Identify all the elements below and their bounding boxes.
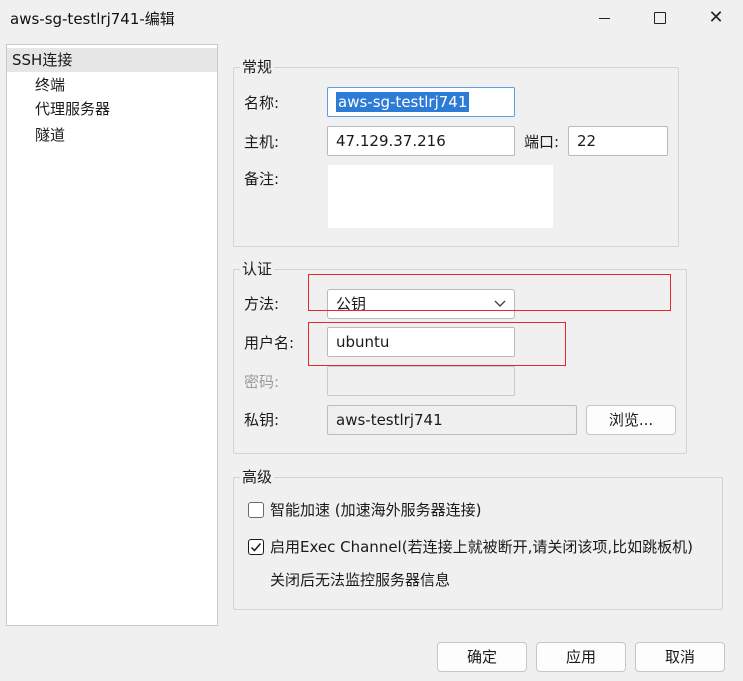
name-input[interactable]: aws-sg-testlrj741 <box>327 87 515 117</box>
title-bar: aws-sg-testlrj741-编辑 ✕ <box>0 0 743 36</box>
tree-item-ssh[interactable]: SSH连接 <box>7 48 217 72</box>
browse-label: 浏览... <box>608 411 654 429</box>
settings-tree: SSH连接 终端 代理服务器 隧道 <box>6 44 218 626</box>
password-label: 密码: <box>244 373 280 391</box>
smart-accel-label: 智能加速 (加速海外服务器连接) <box>270 501 482 519</box>
apply-button[interactable]: 应用 <box>536 642 626 672</box>
note-label: 备注: <box>244 170 280 188</box>
tree-item-terminal[interactable]: 终端 <box>35 73 65 97</box>
tree-item-tunnel[interactable]: 隧道 <box>35 123 65 147</box>
exec-channel-label: 启用Exec Channel(若连接上就被断开,请关闭该项,比如跳板机) <box>270 538 693 556</box>
tree-item-label: 终端 <box>35 76 66 94</box>
general-group-title: 常规 <box>240 58 275 76</box>
password-input <box>327 366 515 396</box>
apply-label: 应用 <box>565 648 596 666</box>
tree-item-label: SSH连接 <box>12 51 73 69</box>
method-label: 方法: <box>244 295 280 313</box>
tree-item-proxy[interactable]: 代理服务器 <box>35 97 110 121</box>
exec-channel-checkbox[interactable] <box>248 539 264 555</box>
edit-session-dialog: aws-sg-testlrj741-编辑 ✕ SSH连接 终端 代理服务器 隧道… <box>0 0 743 681</box>
close-icon: ✕ <box>708 7 724 28</box>
ok-button[interactable]: 确定 <box>437 642 527 672</box>
cancel-label: 取消 <box>664 648 695 666</box>
name-value: aws-sg-testlrj741 <box>336 92 470 112</box>
minimize-button[interactable] <box>580 0 628 36</box>
port-label: 端口: <box>524 133 560 151</box>
tree-item-label: 代理服务器 <box>35 100 111 118</box>
minimize-icon <box>598 17 610 19</box>
host-label: 主机: <box>244 133 280 151</box>
highlight-username-box <box>308 322 566 366</box>
ok-label: 确定 <box>466 648 497 666</box>
exec-channel-note: 关闭后无法监控服务器信息 <box>270 571 451 589</box>
maximize-button[interactable] <box>636 0 684 36</box>
check-icon <box>250 543 262 552</box>
close-button[interactable]: ✕ <box>692 0 740 36</box>
smart-accel-checkbox[interactable] <box>248 502 264 518</box>
auth-group-title: 认证 <box>240 260 275 278</box>
browse-button[interactable]: 浏览... <box>586 405 676 435</box>
private-key-value: aws-testlrj741 <box>336 411 443 429</box>
host-input[interactable]: 47.129.37.216 <box>327 126 515 156</box>
cancel-button[interactable]: 取消 <box>635 642 725 672</box>
window-title: aws-sg-testlrj741-编辑 <box>10 10 175 28</box>
private-key-label: 私钥: <box>244 411 280 429</box>
highlight-method-box <box>308 274 671 311</box>
maximize-icon <box>654 12 666 24</box>
port-input[interactable]: 22 <box>568 126 668 156</box>
tree-item-label: 隧道 <box>35 126 66 144</box>
advanced-group-title: 高级 <box>240 468 275 486</box>
username-label: 用户名: <box>244 334 295 352</box>
note-textarea[interactable] <box>327 164 554 229</box>
private-key-input[interactable]: aws-testlrj741 <box>327 405 577 435</box>
host-value: 47.129.37.216 <box>336 132 446 150</box>
name-label: 名称: <box>244 94 280 112</box>
port-value: 22 <box>577 132 597 150</box>
